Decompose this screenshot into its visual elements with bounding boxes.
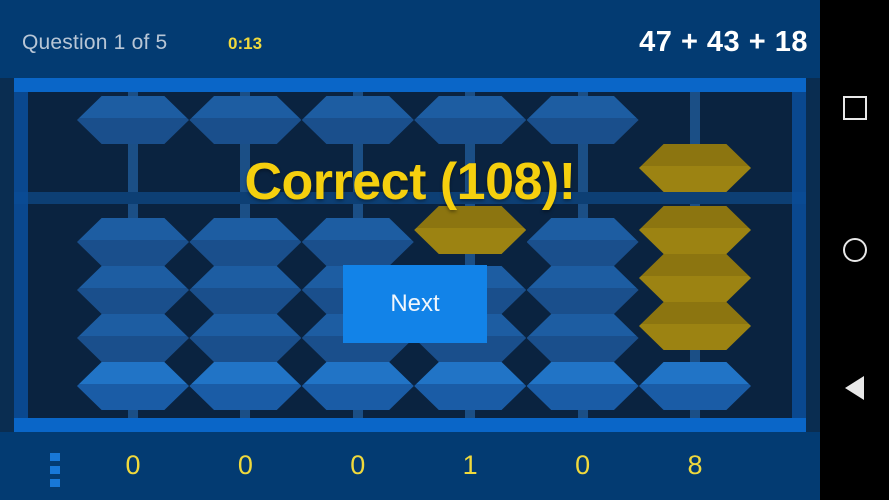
- digit-value: 0: [237, 450, 253, 480]
- digit-value: 8: [687, 450, 703, 480]
- header-bar: Question 1 of 5 0:13 47 + 43 + 18: [0, 0, 820, 78]
- abacus-quiz-app: Question 1 of 5 0:13 47 + 43 + 18 Correc…: [0, 0, 820, 500]
- square-icon: [842, 96, 867, 120]
- recents-button[interactable]: [820, 78, 889, 138]
- question-counter: Question 1 of 5: [22, 31, 168, 54]
- abacus-frame-top: [14, 78, 806, 92]
- next-button[interactable]: Next: [343, 265, 487, 343]
- home-button[interactable]: [820, 220, 889, 280]
- triangle-left-icon: [845, 376, 864, 400]
- footer-bar: 0 0 0 1 0 8: [0, 432, 820, 500]
- vertical-dots-icon[interactable]: [50, 453, 60, 487]
- digit-value: 1: [462, 450, 478, 480]
- verdict-message: Correct (108)!: [244, 153, 576, 211]
- digit-value: 0: [350, 450, 366, 480]
- digit-value: 0: [125, 450, 141, 480]
- countdown-timer: 0:13: [228, 34, 263, 53]
- equation-display: 47 + 43 + 18: [639, 26, 808, 58]
- abacus-board[interactable]: [0, 78, 820, 432]
- abacus-frame-left: [14, 78, 28, 432]
- abacus-frame-right: [792, 78, 806, 432]
- digit-value: 0: [575, 450, 591, 480]
- back-button[interactable]: [820, 358, 889, 418]
- android-navigation-bar: [820, 0, 889, 500]
- abacus-frame-bottom: [14, 418, 806, 432]
- circle-icon: [842, 238, 867, 262]
